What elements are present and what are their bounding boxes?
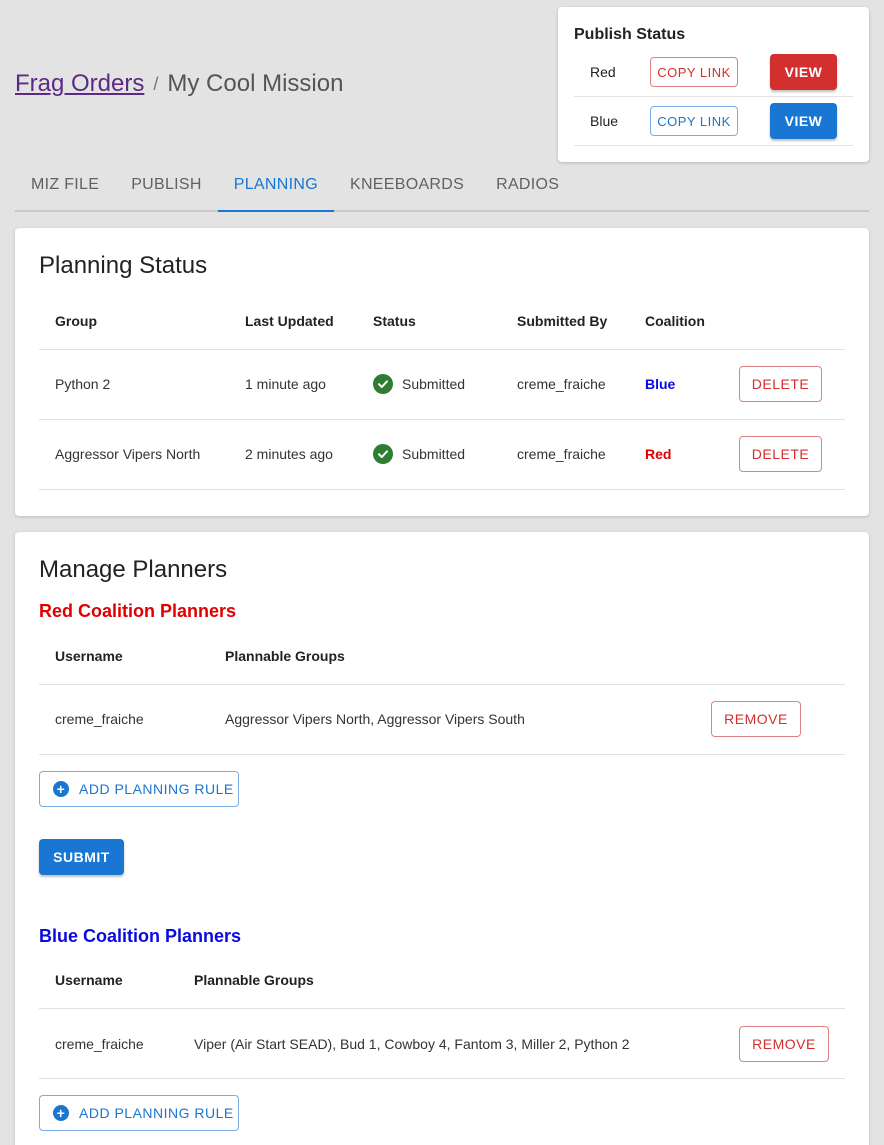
remove-button[interactable]: REMOVE (739, 1025, 829, 1062)
table-header-row: Username Plannable Groups (39, 952, 845, 1009)
manage-planners-title: Manage Planners (39, 556, 228, 583)
tab-bar: MIZ FILE PUBLISH PLANNING KNEEBOARDS RAD… (15, 160, 869, 212)
view-red-button[interactable]: VIEW (770, 54, 837, 90)
red-coalition-planners-heading: Red Coalition Planners (39, 601, 237, 621)
blue-planners-table: Username Plannable Groups creme_fraiche … (39, 952, 845, 1079)
plannable-groups-cell: Aggressor Vipers North, Aggressor Vipers… (209, 684, 695, 755)
username-cell: creme_fraiche (39, 684, 209, 755)
group-cell: Python 2 (39, 349, 229, 420)
column-header-username: Username (39, 628, 209, 685)
last-updated-cell: 1 minute ago (229, 349, 357, 420)
publish-row-blue: Blue COPY LINK VIEW (574, 97, 853, 146)
actions-cell: REMOVE (695, 684, 845, 755)
planning-status-card: Planning Status Group Last Updated Statu… (15, 228, 869, 516)
column-header-last-updated: Last Updated (229, 293, 357, 350)
column-header-plannable-groups: Plannable Groups (209, 628, 695, 685)
planning-status-title: Planning Status (39, 252, 208, 279)
delete-button[interactable]: DELETE (739, 436, 822, 472)
column-header-actions (695, 628, 845, 685)
add-planning-rule-label: ADD PLANNING RULE (79, 780, 234, 797)
column-header-status: Status (357, 293, 501, 350)
submitted-by-cell: creme_fraiche (501, 349, 629, 420)
actions-cell: REMOVE (723, 1008, 845, 1079)
table-row: creme_fraiche Aggressor Vipers North, Ag… (39, 684, 845, 755)
remove-button[interactable]: REMOVE (711, 701, 801, 737)
status-cell: Submitted (357, 349, 501, 420)
tab-publish[interactable]: PUBLISH (115, 160, 218, 210)
column-header-actions (723, 952, 845, 1009)
breadcrumb-frag-orders-link[interactable]: Frag Orders (15, 70, 144, 98)
blue-coalition-planners-heading: Blue Coalition Planners (39, 925, 242, 946)
add-circle-icon: + (53, 780, 69, 797)
check-circle-icon (373, 374, 393, 394)
table-row: creme_fraiche Viper (Air Start SEAD), Bu… (39, 1008, 845, 1079)
status-cell: Submitted (357, 419, 501, 490)
copy-link-red-button[interactable]: COPY LINK (650, 57, 738, 87)
planning-status-table: Group Last Updated Status Submitted By C… (39, 293, 845, 490)
tab-miz-file[interactable]: MIZ FILE (15, 160, 115, 210)
publish-row-label: Blue (590, 113, 619, 129)
column-header-submitted-by: Submitted By (501, 293, 629, 350)
actions-cell: DELETE (723, 349, 845, 420)
table-header-row: Group Last Updated Status Submitted By C… (39, 293, 845, 350)
group-cell: Aggressor Vipers North (39, 419, 229, 490)
add-circle-icon: + (53, 1105, 69, 1121)
submitted-by-cell: creme_fraiche (501, 419, 629, 490)
table-row: Aggressor Vipers North 2 minutes ago Sub… (39, 419, 845, 490)
publish-row-label: Red (590, 64, 616, 80)
column-header-actions (723, 293, 845, 350)
view-blue-button[interactable]: VIEW (770, 103, 837, 139)
column-header-username: Username (39, 952, 178, 1009)
coalition-cell: Blue (629, 349, 723, 420)
breadcrumb-separator: / (153, 73, 159, 94)
actions-cell: DELETE (723, 419, 845, 490)
username-cell: creme_fraiche (39, 1008, 178, 1079)
add-planning-rule-red-button[interactable]: + ADD PLANNING RULE (39, 770, 239, 807)
add-planning-rule-label: ADD PLANNING RULE (79, 1105, 234, 1121)
breadcrumb-current-mission: My Cool Mission (167, 70, 344, 97)
publish-status-card: Publish Status Red COPY LINK VIEW Blue C… (558, 7, 869, 162)
publish-row-red: Red COPY LINK VIEW (574, 48, 853, 97)
submit-button[interactable]: SUBMIT (39, 838, 124, 875)
last-updated-cell: 2 minutes ago (229, 419, 357, 490)
tab-planning[interactable]: PLANNING (217, 160, 334, 212)
plannable-groups-cell: Viper (Air Start SEAD), Bud 1, Cowboy 4,… (178, 1008, 723, 1079)
column-header-plannable-groups: Plannable Groups (178, 952, 723, 1009)
status-text: Submitted (402, 446, 466, 462)
delete-button[interactable]: DELETE (739, 366, 822, 402)
breadcrumb: Frag Orders / My Cool Mission (15, 70, 343, 98)
table-row: Python 2 1 minute ago Submitted creme_fr… (39, 349, 845, 420)
add-planning-rule-blue-button[interactable]: + ADD PLANNING RULE (39, 1095, 239, 1131)
red-planners-table: Username Plannable Groups creme_fraiche … (39, 628, 845, 755)
table-header-row: Username Plannable Groups (39, 628, 845, 685)
publish-status-title: Publish Status (574, 26, 686, 43)
copy-link-blue-button[interactable]: COPY LINK (650, 106, 738, 136)
coalition-cell: Red (629, 419, 723, 490)
tab-kneeboards[interactable]: KNEEBOARDS (334, 160, 480, 210)
tab-radios[interactable]: RADIOS (480, 160, 575, 210)
check-circle-icon (373, 444, 393, 464)
status-text: Submitted (402, 376, 466, 392)
column-header-coalition: Coalition (629, 293, 723, 350)
manage-planners-card: Manage Planners Red Coalition Planners U… (15, 532, 869, 1145)
column-header-group: Group (39, 293, 229, 350)
